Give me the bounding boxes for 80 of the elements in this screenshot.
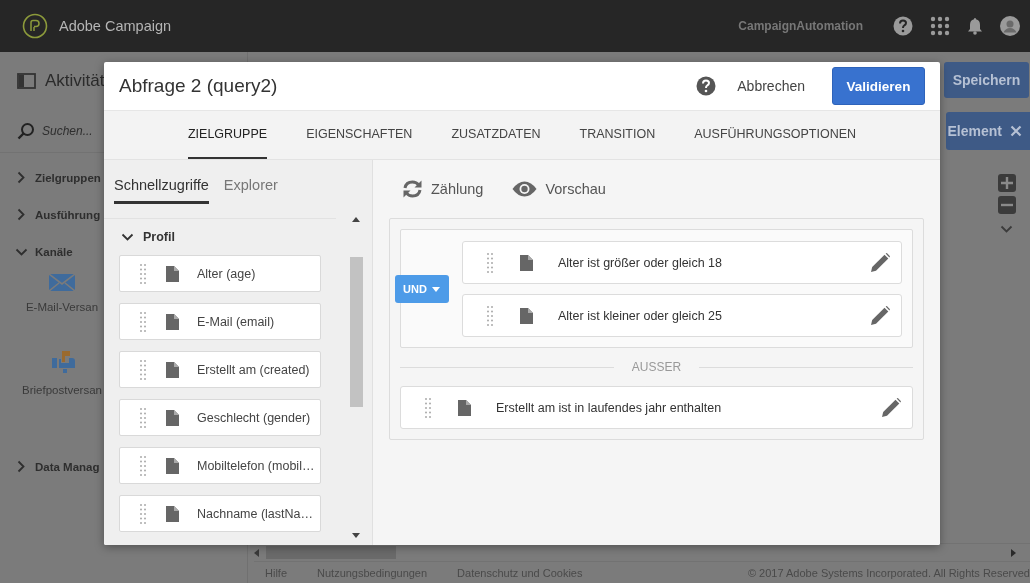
refresh-icon (402, 179, 423, 199)
document-icon (458, 399, 471, 416)
field-card[interactable]: Alter (age) (119, 255, 321, 292)
dialog-title: Abfrage 2 (query2) (119, 75, 279, 97)
document-icon (520, 254, 533, 271)
page-title: Aktivität (45, 71, 105, 91)
tab[interactable]: EIGENSCHAFTEN (306, 111, 413, 159)
edit-pencil-icon[interactable] (871, 253, 890, 272)
document-icon (166, 457, 179, 474)
scrollbar-thumb[interactable] (349, 257, 363, 407)
palette-tab[interactable]: Schnellzugriffe (114, 160, 209, 204)
help-icon[interactable] (696, 76, 717, 96)
scroll-up-icon[interactable] (352, 217, 361, 222)
document-icon (166, 361, 179, 378)
notification-bell-icon[interactable] (967, 17, 983, 35)
field-label: Geschlecht (gender) (197, 410, 311, 425)
field-label: Alter (age) (197, 266, 256, 281)
caret-icon (431, 286, 440, 292)
condition-card[interactable]: Erstellt am ist in laufendes jahr enthalten (400, 386, 913, 429)
panel-icon[interactable] (17, 73, 36, 89)
condition-card[interactable]: Alter ist größer oder gleich 18 (462, 241, 902, 284)
exclusion-label: AUSSER (631, 360, 682, 374)
field-card[interactable]: E-Mail (email) (119, 303, 321, 340)
condition-text: Alter ist kleiner oder gleich 25 (558, 308, 723, 323)
search-field[interactable]: Suchen... (42, 124, 100, 138)
apps-grid-icon[interactable] (930, 16, 950, 36)
logo-icon (22, 13, 48, 39)
toolbar-button[interactable]: Zählung (402, 179, 484, 199)
help-icon[interactable] (893, 16, 913, 36)
drag-handle-icon[interactable] (140, 311, 146, 332)
edit-pencil-icon[interactable] (882, 398, 901, 417)
close-icon (1010, 125, 1022, 137)
drag-handle-icon[interactable] (425, 397, 431, 418)
chevron-down-icon[interactable] (1000, 225, 1013, 233)
field-card[interactable]: Nachname (lastNa… (119, 495, 321, 532)
document-icon (166, 313, 179, 330)
drag-handle-icon[interactable] (140, 263, 146, 284)
tab[interactable]: AUSFÜHRUNGSOPTIONEN (694, 111, 857, 159)
toolbar-button[interactable]: Vorschau (512, 181, 606, 197)
scroll-down-icon[interactable] (352, 533, 361, 538)
mailbox-icon (49, 350, 75, 374)
condition-text: Alter ist größer oder gleich 18 (558, 255, 723, 270)
user-avatar-icon[interactable] (1000, 16, 1020, 36)
field-card[interactable]: Mobiltelefon (mobil… (119, 447, 321, 484)
tab[interactable]: ZUSATZDATEN (451, 111, 541, 159)
drag-handle-icon[interactable] (140, 455, 146, 476)
field-label: E-Mail (email) (197, 314, 275, 329)
field-label: Mobiltelefon (mobil… (197, 458, 315, 473)
scroll-right-icon[interactable] (1011, 548, 1016, 557)
eye-icon (512, 181, 538, 197)
field-card[interactable]: Geschlecht (gender) (119, 399, 321, 436)
edit-pencil-icon[interactable] (871, 306, 890, 325)
condition-text: Erstellt am ist in laufendes jahr enthalten (496, 400, 723, 415)
search-icon (17, 122, 35, 140)
validate-button[interactable]: Validieren (832, 67, 925, 105)
envelope-icon (49, 274, 75, 291)
document-icon (166, 265, 179, 282)
product-name: Adobe Campaign (59, 18, 172, 34)
document-icon (520, 307, 533, 324)
document-icon (166, 505, 179, 522)
drag-handle-icon[interactable] (140, 503, 146, 524)
field-label: Erstellt am (created) (197, 362, 310, 377)
scroll-left-icon[interactable] (254, 548, 259, 557)
drag-handle-icon[interactable] (487, 252, 493, 273)
drag-handle-icon[interactable] (140, 359, 146, 380)
horizontal-scrollbar-thumb[interactable] (266, 546, 396, 559)
save-button[interactable]: Speichern (944, 62, 1029, 98)
group-title[interactable]: Profil (143, 230, 175, 244)
cancel-button[interactable]: Abbrechen (737, 78, 805, 94)
document-icon (166, 409, 179, 426)
drag-handle-icon[interactable] (487, 305, 493, 326)
zoom-out-icon[interactable] (998, 196, 1016, 214)
palette-tab[interactable]: Explorer (223, 160, 278, 204)
field-card[interactable]: Erstellt am (created) (119, 351, 321, 388)
field-label: Nachname (lastNa… (197, 506, 313, 521)
zoom-in-icon[interactable] (998, 174, 1016, 192)
condition-card[interactable]: Alter ist kleiner oder gleich 25 (462, 294, 902, 337)
tab[interactable]: TRANSITION (579, 111, 656, 159)
element-button[interactable]: Element (945, 112, 1030, 150)
drag-handle-icon[interactable] (140, 407, 146, 428)
